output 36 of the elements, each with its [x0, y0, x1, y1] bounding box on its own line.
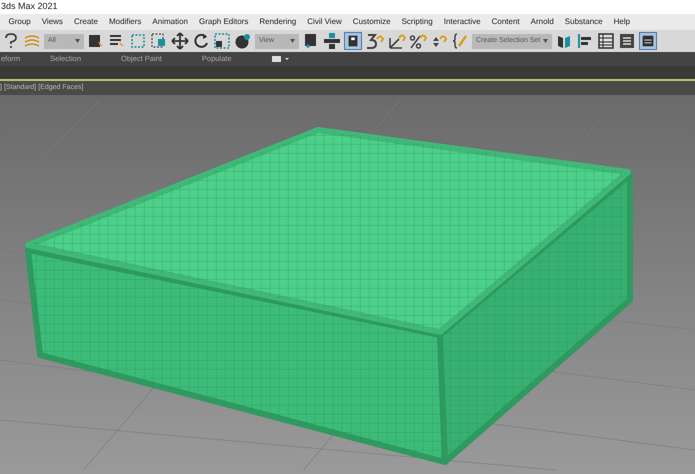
select-object-icon[interactable] [87, 32, 105, 50]
menu-item[interactable]: Modifiers [103, 16, 147, 28]
align-icon[interactable] [576, 32, 594, 50]
menu-item[interactable]: Customize [347, 16, 396, 28]
ribbon-options-icon[interactable] [272, 55, 290, 63]
menu-item[interactable]: Content [486, 16, 526, 28]
menu-item[interactable]: Interactive [438, 16, 486, 28]
menu-item[interactable]: Animation [146, 16, 194, 28]
percent-snap-icon[interactable] [409, 32, 427, 50]
place-icon[interactable] [234, 32, 252, 50]
menu-item[interactable]: Graph Editors [193, 16, 254, 28]
manipulate-icon[interactable] [323, 32, 341, 50]
help-icon[interactable] [2, 32, 20, 50]
menu-item[interactable]: Group [3, 16, 36, 28]
menu-item[interactable]: Rendering [254, 16, 302, 28]
menu-item[interactable]: Create [68, 16, 104, 28]
move-icon[interactable] [171, 32, 189, 50]
caret-icon [290, 39, 295, 43]
menu-item[interactable]: Arnold [525, 16, 560, 28]
caret-icon [75, 39, 80, 43]
scale-icon[interactable] [213, 32, 231, 50]
window-title: 3ds Max 2021 [1, 0, 58, 14]
ribbon-toggle-icon[interactable] [639, 32, 657, 50]
menu-item[interactable]: Help [608, 16, 636, 28]
angle-snap-icon[interactable] [365, 32, 385, 50]
angle-snap-icon[interactable] [388, 32, 406, 50]
menu-item[interactable]: Substance [559, 16, 608, 28]
layer-explorer-icon[interactable] [597, 32, 615, 50]
menu-item[interactable]: Scripting [396, 16, 438, 28]
rotate-icon[interactable] [192, 32, 210, 50]
menu-item[interactable]: Civil View [302, 16, 348, 28]
caret-icon [543, 39, 548, 43]
menu-item[interactable]: Views [36, 16, 68, 28]
window-crossing-icon[interactable] [150, 32, 168, 50]
layers-icon[interactable] [618, 32, 636, 50]
edit-named-selection-icon[interactable] [451, 32, 469, 50]
